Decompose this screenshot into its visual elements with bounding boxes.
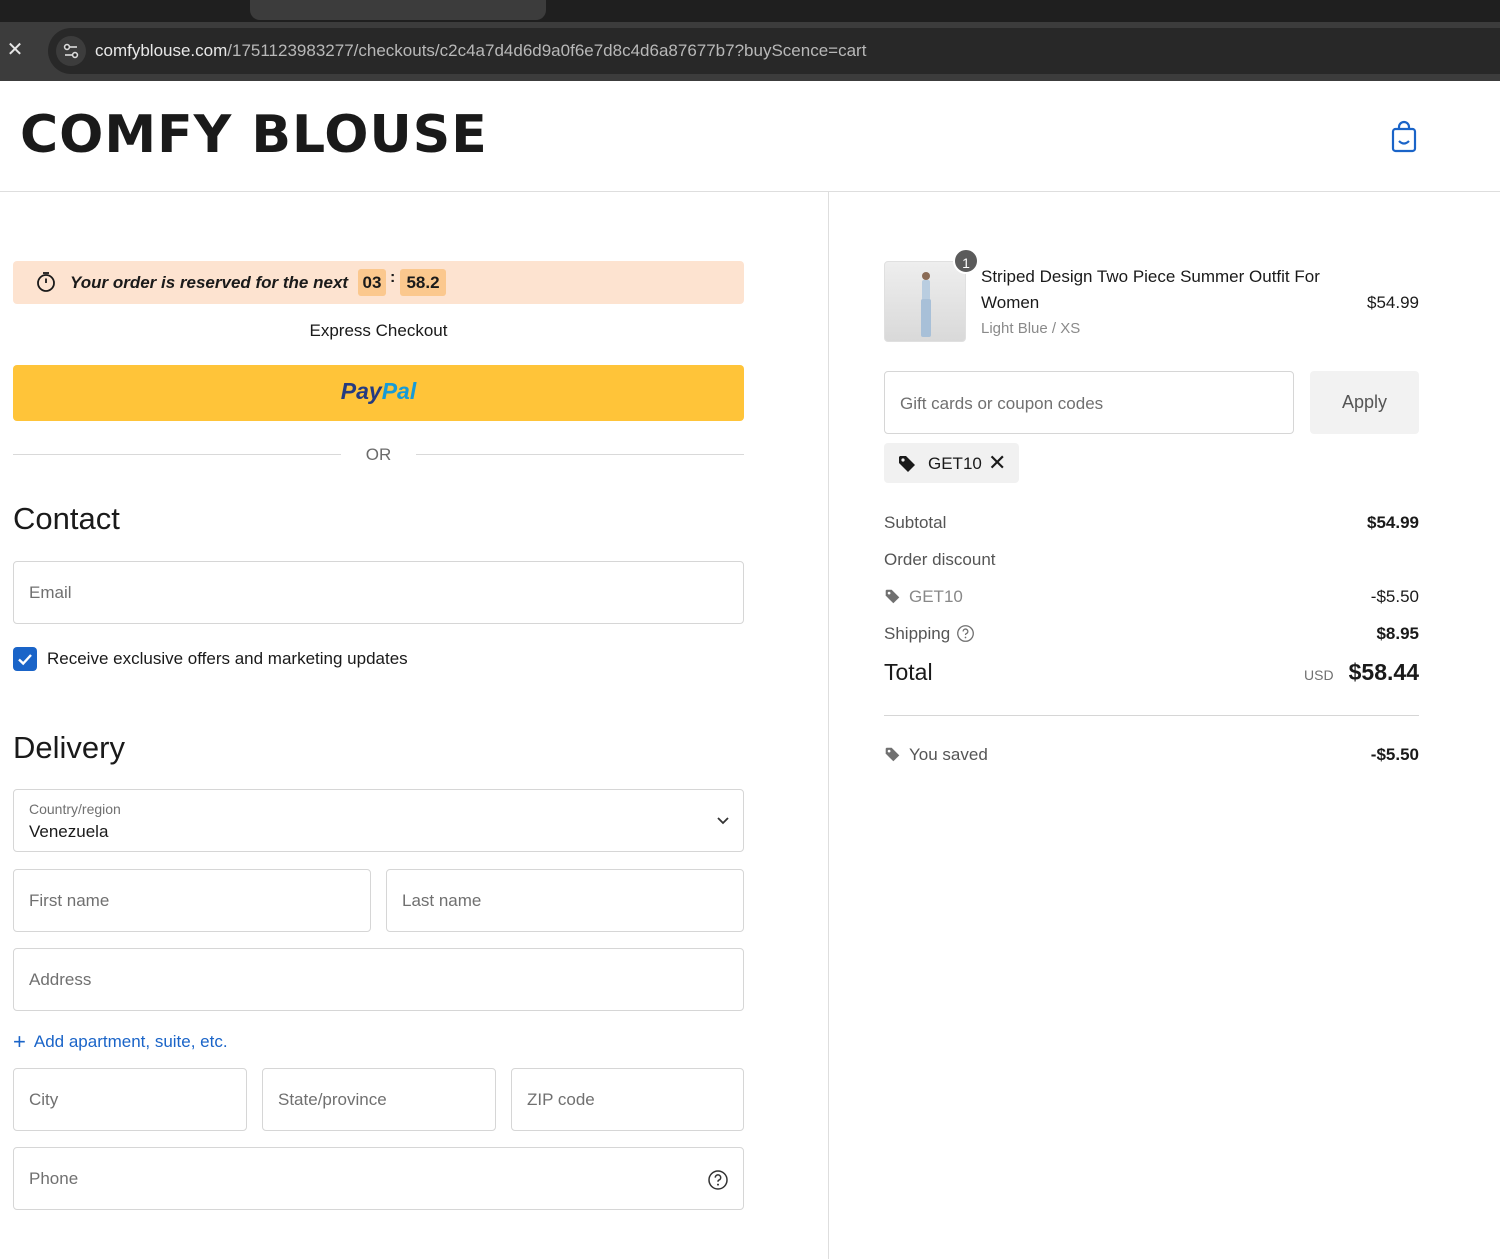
email-field[interactable]: Email	[13, 561, 744, 624]
summary-divider	[884, 715, 1419, 716]
country-select[interactable]: Country/region Venezuela	[13, 789, 744, 852]
applied-coupon-code: GET10	[928, 454, 982, 473]
remove-coupon-icon[interactable]: ✕	[988, 450, 1006, 476]
express-checkout-label: Express Checkout	[309, 321, 448, 340]
discount-value: -$5.50	[1370, 587, 1419, 606]
coupon-placeholder: Gift cards or coupon codes	[900, 394, 1104, 413]
last-name-placeholder: Last name	[402, 891, 482, 910]
product-price: $54.99	[1367, 293, 1419, 312]
city-field[interactable]: City	[13, 1068, 247, 1131]
help-icon[interactable]	[707, 1169, 729, 1191]
discount-code: GET10	[909, 587, 963, 606]
first-name-field[interactable]: First name	[13, 869, 371, 932]
browser-address-bar: ✕ comfyblouse.com/1751123983277/checkout…	[0, 22, 1500, 81]
you-saved-row: You saved	[884, 745, 988, 765]
total-label: Total	[884, 659, 933, 685]
shipping-value: $8.95	[1376, 624, 1419, 643]
marketing-checkbox[interactable]	[13, 647, 37, 671]
quantity-badge: 1	[953, 248, 979, 274]
chevron-down-icon	[715, 812, 731, 828]
coupon-code-input[interactable]: Gift cards or coupon codes	[884, 371, 1294, 434]
state-placeholder: State/province	[278, 1090, 387, 1109]
site-info-icon[interactable]	[56, 36, 86, 66]
zip-placeholder: ZIP code	[527, 1090, 595, 1109]
add-apartment-label: Add apartment, suite, etc.	[33, 1032, 228, 1051]
subtotal-label: Subtotal	[884, 513, 947, 532]
first-name-placeholder: First name	[29, 891, 110, 910]
address-placeholder: Address	[29, 970, 92, 989]
browser-tab-strip	[0, 0, 1500, 22]
order-discount-label: Order discount	[884, 550, 996, 569]
url-text[interactable]: comfyblouse.com/1751123983277/checkouts/…	[95, 41, 866, 61]
product-image	[921, 272, 931, 337]
applied-coupon-chip: GET10 ✕	[884, 443, 1019, 483]
address-field[interactable]: Address	[13, 948, 744, 1011]
delivery-title: Delivery	[13, 730, 125, 765]
shipping-label: Shipping	[884, 624, 951, 643]
column-divider	[828, 192, 829, 1259]
product-thumbnail	[884, 261, 966, 342]
country-select-value: Venezuela	[29, 822, 109, 841]
plus-icon: +	[13, 1029, 26, 1054]
url-omnibox[interactable]: comfyblouse.com/1751123983277/checkouts/…	[48, 28, 1500, 74]
store-logo[interactable]: COMFY BLOUSE	[20, 105, 488, 165]
or-divider-right	[416, 454, 744, 455]
state-field[interactable]: State/province	[262, 1068, 496, 1131]
you-saved-value: -$5.50	[1370, 745, 1419, 764]
zip-field[interactable]: ZIP code	[511, 1068, 744, 1131]
tag-icon	[884, 588, 901, 605]
close-icon[interactable]: ✕	[4, 39, 26, 61]
tag-icon	[884, 746, 901, 763]
discount-code-row: GET10	[884, 587, 963, 607]
email-placeholder: Email	[29, 583, 72, 602]
url-host: comfyblouse.com	[95, 41, 228, 60]
total-value: $58.44	[1348, 659, 1419, 685]
paypal-logo-pal: Pal	[381, 378, 417, 404]
product-variant: Light Blue / XS	[981, 320, 1081, 337]
apply-coupon-button[interactable]: Apply	[1310, 371, 1419, 434]
phone-placeholder: Phone	[29, 1169, 79, 1188]
timer-seconds: 58.2	[400, 269, 446, 296]
tag-icon	[897, 454, 917, 474]
checkmark-icon	[18, 654, 32, 666]
timer-message: Your order is reserved for the next	[70, 273, 349, 292]
marketing-checkbox-label[interactable]: Receive exclusive offers and marketing u…	[47, 649, 408, 669]
total-currency: USD	[1304, 667, 1334, 683]
paypal-logo-pay: Pay	[340, 378, 382, 404]
help-icon[interactable]	[956, 624, 975, 643]
reservation-timer-banner: Your order is reserved for the next 03 :…	[13, 261, 744, 304]
paypal-button[interactable]: PayPal	[13, 365, 744, 421]
stopwatch-icon	[35, 271, 57, 293]
product-name: Striped Design Two Piece Summer Outfit F…	[981, 267, 1320, 312]
shopping-bag-icon[interactable]	[1388, 120, 1420, 154]
subtotal-value: $54.99	[1367, 513, 1419, 532]
phone-field[interactable]: Phone	[13, 1147, 744, 1210]
or-divider-text: OR	[365, 445, 392, 464]
contact-title: Contact	[13, 501, 120, 536]
country-select-label: Country/region	[29, 801, 121, 817]
city-placeholder: City	[29, 1090, 59, 1109]
add-apartment-link[interactable]: + Add apartment, suite, etc.	[13, 1029, 228, 1055]
store-header: COMFY BLOUSE	[0, 81, 1500, 192]
timer-minutes: 03	[358, 269, 386, 296]
browser-tab-active[interactable]	[250, 0, 546, 20]
you-saved-label: You saved	[909, 745, 988, 764]
last-name-field[interactable]: Last name	[386, 869, 744, 932]
or-divider-left	[13, 454, 341, 455]
timer-separator: :	[390, 269, 396, 286]
url-path: /1751123983277/checkouts/c2c4a7d4d6d9a0f…	[227, 41, 867, 60]
paypal-logo: PayPal	[341, 378, 416, 405]
shipping-row-label: Shipping	[884, 624, 975, 644]
